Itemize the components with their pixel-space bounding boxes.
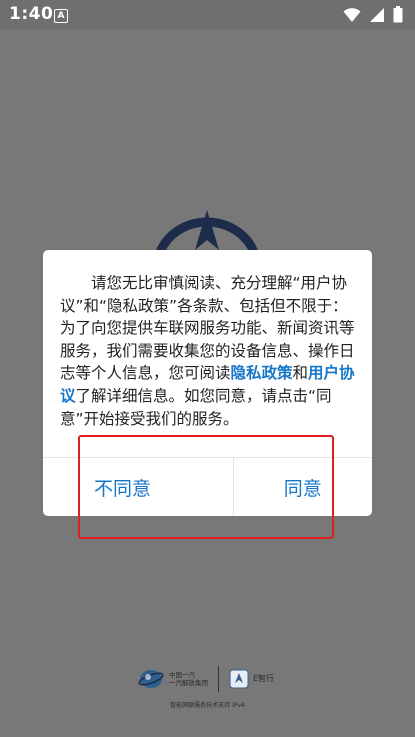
- company-name-block: 中国一汽 一汽解放集团: [169, 671, 208, 687]
- faw-globe-logo-icon: [138, 670, 164, 688]
- status-bar: 1:40 A: [0, 0, 415, 30]
- company-line1: 中国一汽: [169, 671, 195, 679]
- footer-note: 智能网联服务技术支持 IPv4: [170, 702, 245, 709]
- notification-a-icon: A: [54, 9, 68, 23]
- company-line2: 一汽解放集团: [169, 679, 208, 687]
- footer-logos: 中国一汽 一汽解放集团 E智行: [138, 666, 274, 692]
- brand-right-text: E智行: [253, 674, 275, 683]
- privacy-text-part3: 了解详细信息。如您同意，请点击“同意”开始接受我们的服务。: [60, 386, 332, 428]
- footer-branding: 中国一汽 一汽解放集团 E智行 智能网联服务技术支持 IPv4: [0, 660, 415, 720]
- highlight-annotation-box: [78, 435, 334, 539]
- privacy-text-part2: 和: [292, 364, 309, 383]
- privacy-dialog-text: 请您无比审慎阅读、充分理解“用户协议”和“隐私政策”各条款、包括但不限于：为了向…: [60, 272, 356, 430]
- status-time: 1:40: [9, 4, 54, 24]
- footer-separator: [218, 666, 219, 692]
- signal-icon: [370, 7, 384, 22]
- battery-icon: [393, 6, 403, 23]
- privacy-policy-link[interactable]: 隐私政策: [231, 364, 293, 382]
- e-brand-logo-icon: [229, 669, 249, 689]
- wifi-icon: [343, 7, 361, 22]
- status-indicators: [343, 6, 403, 23]
